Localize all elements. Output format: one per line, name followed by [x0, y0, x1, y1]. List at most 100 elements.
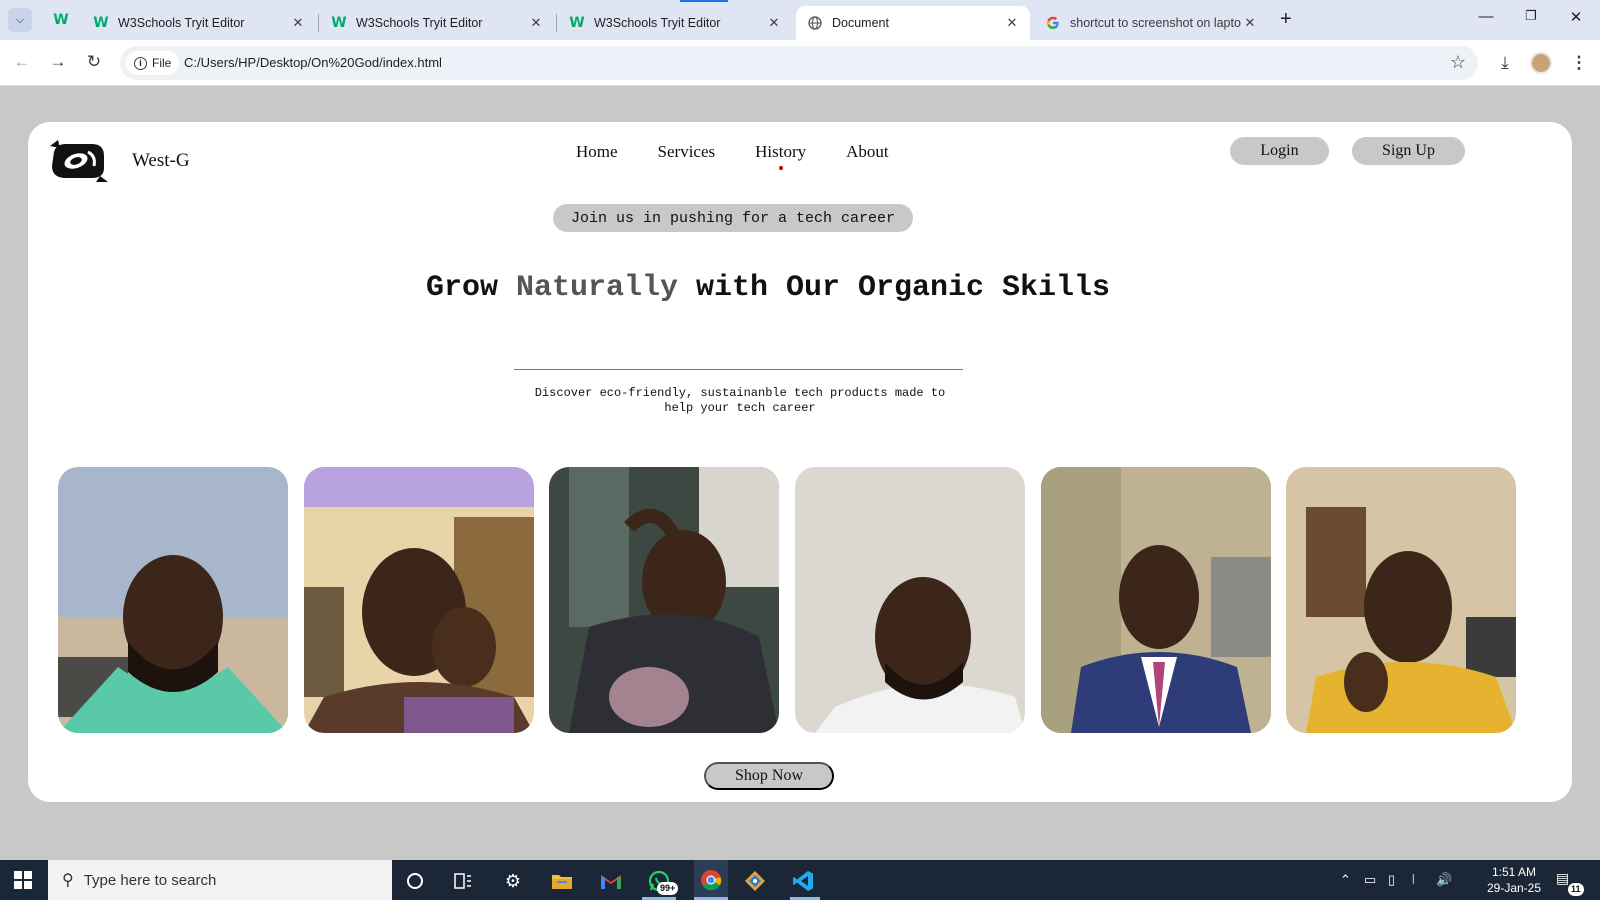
chrome-icon[interactable]	[694, 860, 728, 900]
hero-subtext: Discover eco-friendly, sustainanble tech…	[534, 386, 946, 415]
close-icon[interactable]: ✕	[1004, 15, 1020, 31]
w3schools-icon: W	[53, 12, 69, 28]
browser-tab-3[interactable]: W W3Schools Tryit Editor ✕	[558, 6, 792, 40]
gallery-photo-2[interactable]	[304, 467, 534, 733]
signup-button[interactable]: Sign Up	[1352, 137, 1465, 165]
wifi-icon[interactable]: ⦚	[1412, 872, 1415, 888]
reload-icon: ↻	[86, 52, 102, 71]
tab-loading-indicator	[680, 0, 728, 2]
headline-part-1: Grow	[425, 271, 516, 305]
browser-tab-5[interactable]: shortcut to screenshot on lapto ✕	[1034, 6, 1268, 40]
headline-accent-word: Naturally	[515, 271, 678, 305]
close-icon[interactable]: ✕	[1242, 15, 1258, 31]
w3schools-icon: W	[93, 15, 109, 31]
notification-count: 11	[1568, 883, 1584, 896]
minimize-icon: —	[1478, 8, 1494, 25]
restore-button[interactable]: ❐	[1519, 8, 1543, 24]
arrow-left-icon: ←	[13, 52, 31, 71]
pinned-tab[interactable]: W	[46, 9, 76, 31]
restore-icon: ❐	[1525, 8, 1537, 23]
tab-search-button[interactable]: ⌵	[8, 8, 32, 32]
address-bar[interactable]: i File C:/Users/HP/Desktop/On%20God/inde…	[120, 46, 1478, 80]
file-explorer-icon[interactable]	[549, 868, 575, 894]
clock-date: 29-Jan-25	[1486, 881, 1542, 895]
taskbar-search-placeholder: Type here to search	[83, 871, 217, 889]
close-window-button[interactable]: ✕	[1564, 8, 1588, 26]
close-icon[interactable]: ✕	[290, 15, 306, 31]
brand-name: West-G	[132, 150, 190, 171]
photo-gallery	[58, 467, 1536, 733]
gallery-photo-6[interactable]	[1286, 467, 1516, 733]
new-tab-button[interactable]: +	[1280, 9, 1292, 29]
bookmark-star-icon[interactable]: ☆	[1450, 52, 1466, 73]
tab-title: Document	[832, 16, 889, 30]
browser-toolbar: ← → ↻ i File C:/Users/HP/Desktop/On%20Go…	[0, 40, 1600, 86]
close-icon[interactable]: ✕	[766, 15, 782, 31]
gmail-icon[interactable]	[598, 868, 624, 894]
system-clock[interactable]: 1:51 AM 29-Jan-25	[1484, 864, 1544, 896]
windows-start-icon[interactable]	[14, 871, 32, 889]
login-button[interactable]: Login	[1230, 137, 1329, 165]
chevron-down-icon: ⌵	[15, 13, 25, 26]
reload-button[interactable]: ↻	[82, 50, 106, 74]
minimize-button[interactable]: —	[1474, 8, 1498, 25]
gallery-photo-4[interactable]	[795, 467, 1025, 733]
battery-icon[interactable]: ▯	[1388, 872, 1395, 888]
chevron-up-icon[interactable]: ⌃	[1340, 872, 1351, 888]
task-view-icon[interactable]	[450, 868, 476, 894]
shop-now-button[interactable]: Shop Now	[704, 762, 834, 790]
headline-divider	[514, 369, 963, 370]
landing-page-card: West-G Home Services History About Login…	[28, 122, 1572, 802]
profile-avatar[interactable]	[1530, 52, 1552, 74]
settings-gear-icon[interactable]: ⚙	[500, 868, 526, 894]
cortana-icon[interactable]	[402, 868, 428, 894]
site-info-chip[interactable]: i File	[126, 51, 180, 75]
site-info-label: File	[152, 56, 172, 70]
tab-title: shortcut to screenshot on lapto	[1070, 16, 1241, 30]
windows-taskbar: ⚲ Type here to search ⚙ 99+ ⌃ ▭ ▯ ⦚ 🔊 1:…	[0, 860, 1600, 900]
hero-headline: Grow Naturally with Our Organic Skills	[398, 270, 1138, 307]
search-icon: ⚲	[62, 872, 74, 889]
tab-divider	[318, 14, 319, 32]
arrow-right-icon: →	[49, 52, 67, 71]
clock-time: 1:51 AM	[1491, 865, 1537, 879]
speaker-icon[interactable]: 🔊	[1436, 872, 1452, 888]
browser-tab-active[interactable]: Document ✕	[796, 6, 1030, 40]
tab-title: W3Schools Tryit Editor	[356, 16, 483, 30]
vscode-icon[interactable]	[790, 868, 816, 894]
globe-icon	[806, 15, 824, 31]
back-button[interactable]: ←	[10, 50, 34, 74]
tagline-pill: Join us in pushing for a tech career	[553, 204, 913, 232]
url-text[interactable]: C:/Users/HP/Desktop/On%20God/index.html	[184, 55, 442, 70]
nav-about[interactable]: About	[846, 142, 889, 162]
tab-divider	[556, 14, 557, 32]
w3schools-icon: W	[569, 15, 585, 31]
info-icon: i	[134, 56, 147, 70]
gallery-photo-3[interactable]	[549, 467, 779, 733]
nav-home[interactable]: Home	[576, 142, 618, 162]
tab-strip: ⌵ W W W3Schools Tryit Editor ✕ W W3Schoo…	[0, 0, 1600, 40]
kebab-menu-icon[interactable]: ⋮	[1566, 50, 1592, 76]
browser-tab-2[interactable]: W W3Schools Tryit Editor ✕	[320, 6, 554, 40]
w3schools-icon: W	[331, 15, 347, 31]
google-icon	[1044, 15, 1062, 31]
tab-title: W3Schools Tryit Editor	[118, 16, 245, 30]
brand-logo-icon[interactable]	[48, 138, 108, 182]
close-icon: ✕	[1569, 9, 1583, 26]
main-nav: Home Services History About	[576, 142, 929, 170]
git-app-icon[interactable]	[742, 868, 768, 894]
forward-button[interactable]: →	[46, 50, 70, 74]
tab-title: W3Schools Tryit Editor	[594, 16, 721, 30]
taskbar-search[interactable]: ⚲ Type here to search	[48, 860, 392, 900]
gallery-photo-5[interactable]	[1041, 467, 1271, 733]
gallery-photo-1[interactable]	[58, 467, 288, 733]
browser-tab-1[interactable]: W W3Schools Tryit Editor ✕	[82, 6, 316, 40]
nav-history[interactable]: History	[755, 142, 806, 170]
close-icon[interactable]: ✕	[528, 15, 544, 31]
nav-services[interactable]: Services	[658, 142, 716, 162]
meet-now-icon[interactable]: ▭	[1364, 872, 1376, 888]
plus-icon: +	[1280, 8, 1292, 30]
headline-part-2: with Our Organic Skills	[677, 271, 1111, 305]
download-icon[interactable]: ⤓	[1492, 50, 1518, 76]
whatsapp-badge: 99+	[657, 882, 679, 895]
